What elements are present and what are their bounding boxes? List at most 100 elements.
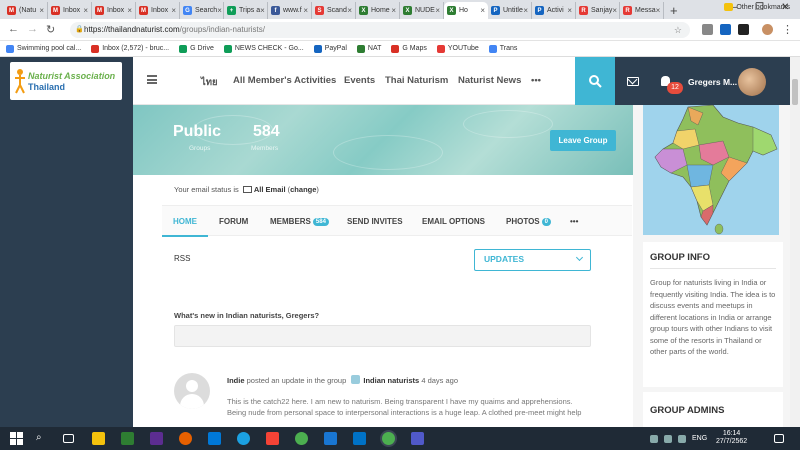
whats-new-input[interactable] <box>174 325 591 347</box>
teams-icon[interactable] <box>411 432 424 445</box>
taskbar-clock[interactable]: 16:14 27/7/2562 <box>716 430 747 446</box>
browser-tab[interactable]: M Inbox × <box>136 2 180 19</box>
notifications-icon[interactable] <box>774 434 784 443</box>
bookmark-item[interactable]: G Drive <box>179 44 214 53</box>
browser-tab[interactable]: f www.f × <box>268 2 312 19</box>
browser-tab[interactable]: P Activi × <box>532 2 576 19</box>
language-indicator[interactable]: ENG <box>692 435 707 442</box>
rss-link[interactable]: RSS <box>174 254 190 263</box>
ie-icon[interactable] <box>237 432 250 445</box>
browser-tab[interactable]: S Scand × <box>312 2 356 19</box>
bookmark-item[interactable]: YOUTube <box>436 44 479 53</box>
app-icon[interactable] <box>150 432 163 445</box>
tab-close-icon[interactable]: × <box>480 6 485 15</box>
nav-thai[interactable]: ไทย <box>201 75 218 90</box>
tab-close-icon[interactable]: × <box>656 6 661 15</box>
tab-send-invites[interactable]: SEND INVITES <box>347 217 403 226</box>
bookmark-star-icon[interactable]: ☆ <box>674 22 682 38</box>
hamburger-menu-icon[interactable] <box>147 75 157 84</box>
bookmark-item[interactable]: Inbox (2,572) - bruc... <box>91 44 169 53</box>
scrollbar-thumb[interactable] <box>792 79 798 105</box>
tab-close-icon[interactable]: × <box>39 6 44 15</box>
tray-icon[interactable] <box>650 435 658 443</box>
app-icon[interactable] <box>266 432 279 445</box>
tab-home[interactable]: HOME <box>173 217 197 226</box>
tab-close-icon[interactable]: × <box>435 6 440 15</box>
chrome-icon[interactable] <box>295 432 308 445</box>
edge-icon[interactable] <box>208 432 221 445</box>
tab-close-icon[interactable]: × <box>523 6 528 15</box>
browser-tab[interactable]: M (Natu × <box>4 2 48 19</box>
other-bookmarks[interactable]: Other bookmarks <box>724 3 790 11</box>
bookmark-item[interactable]: Swimming pool cal... <box>6 44 81 53</box>
browser-tab[interactable]: P Untitle × <box>488 2 532 19</box>
mail-icon[interactable] <box>627 77 639 86</box>
browser-tab[interactable]: X Ho × <box>444 2 488 19</box>
site-logo[interactable]: Naturist Association Thailand <box>10 62 122 100</box>
tab-close-icon[interactable]: × <box>171 6 176 15</box>
leave-group-button[interactable]: Leave Group <box>550 130 616 151</box>
new-tab-button[interactable]: + <box>670 2 678 19</box>
username[interactable]: Gregers M... <box>688 77 737 87</box>
bookmark-item[interactable]: NEWS CHECK - Go... <box>223 44 304 53</box>
extension-icon[interactable] <box>720 24 731 35</box>
browser-tab[interactable]: X NUDE × <box>400 2 444 19</box>
page-scrollbar[interactable] <box>790 57 800 427</box>
browser-tab[interactable]: X Home × <box>356 2 400 19</box>
search-button[interactable] <box>575 57 615 105</box>
nav-naturist-news[interactable]: Naturist News <box>458 75 521 86</box>
activity-author[interactable]: Indie <box>227 376 245 385</box>
browser-tab[interactable]: G Search × <box>180 2 224 19</box>
nav-events[interactable]: Events <box>344 75 375 86</box>
nav-all-activities[interactable]: All Member's Activities <box>233 75 336 86</box>
browser-tab[interactable]: R Sanjay × <box>576 2 620 19</box>
back-icon[interactable]: ← <box>8 23 19 35</box>
tab-close-icon[interactable]: × <box>260 6 265 15</box>
tab-photos[interactable]: PHOTOS 0 <box>506 217 551 226</box>
extension-icon[interactable] <box>738 24 749 35</box>
tab-close-icon[interactable]: × <box>567 6 572 15</box>
activity-avatar[interactable] <box>174 373 210 409</box>
tab-close-icon[interactable]: × <box>217 6 222 15</box>
activity-filter-select[interactable]: UPDATES <box>474 249 591 271</box>
bookmark-item[interactable]: NAT <box>356 44 381 53</box>
outlook-icon[interactable] <box>353 432 366 445</box>
tab-close-icon[interactable]: × <box>391 6 396 15</box>
nav-thai-naturism[interactable]: Thai Naturism <box>385 75 448 86</box>
email-change-link[interactable]: change <box>290 185 316 194</box>
tab-close-icon[interactable]: × <box>127 6 132 15</box>
task-view-icon[interactable] <box>63 434 74 443</box>
tab-members[interactable]: MEMBERS 584 <box>270 217 329 226</box>
url-input[interactable]: 🔒 https://thailandnaturist.com/groups/in… <box>70 22 690 38</box>
browser-tab[interactable]: M Inbox × <box>92 2 136 19</box>
tab-close-icon[interactable]: × <box>347 6 352 15</box>
tab-more[interactable]: ••• <box>570 217 578 226</box>
volume-icon[interactable] <box>678 435 686 443</box>
reload-icon[interactable]: ↻ <box>46 23 55 36</box>
browser-tab[interactable]: + Trips a × <box>224 2 268 19</box>
nav-more[interactable]: ••• <box>531 75 541 86</box>
browser-tab[interactable]: R Messa × <box>620 2 664 19</box>
tab-close-icon[interactable]: × <box>83 6 88 15</box>
bookmark-item[interactable]: PayPal <box>313 44 347 53</box>
user-avatar[interactable] <box>738 68 766 96</box>
browser-tab[interactable]: M Inbox × <box>48 2 92 19</box>
windows-start-icon[interactable] <box>10 432 23 445</box>
bookmark-item[interactable]: G Maps <box>391 44 427 53</box>
chrome-active-icon[interactable] <box>382 432 395 445</box>
word-icon[interactable] <box>324 432 337 445</box>
file-explorer-icon[interactable] <box>92 432 105 445</box>
tab-forum[interactable]: FORUM <box>219 217 248 226</box>
firefox-icon[interactable] <box>179 432 192 445</box>
network-icon[interactable] <box>664 435 672 443</box>
store-icon[interactable] <box>121 432 134 445</box>
notification-badge[interactable]: 12 <box>667 82 683 94</box>
tab-close-icon[interactable]: × <box>612 6 617 15</box>
tab-email-options[interactable]: EMAIL OPTIONS <box>422 217 485 226</box>
profile-avatar-icon[interactable] <box>762 24 773 35</box>
menu-dots-icon[interactable]: ⋮ <box>782 23 793 36</box>
bookmark-item[interactable]: Trans <box>488 44 517 53</box>
search-icon[interactable]: ⌕ <box>36 432 49 445</box>
forward-icon[interactable]: → <box>27 23 38 35</box>
activity-time[interactable]: 4 days ago <box>421 376 458 385</box>
